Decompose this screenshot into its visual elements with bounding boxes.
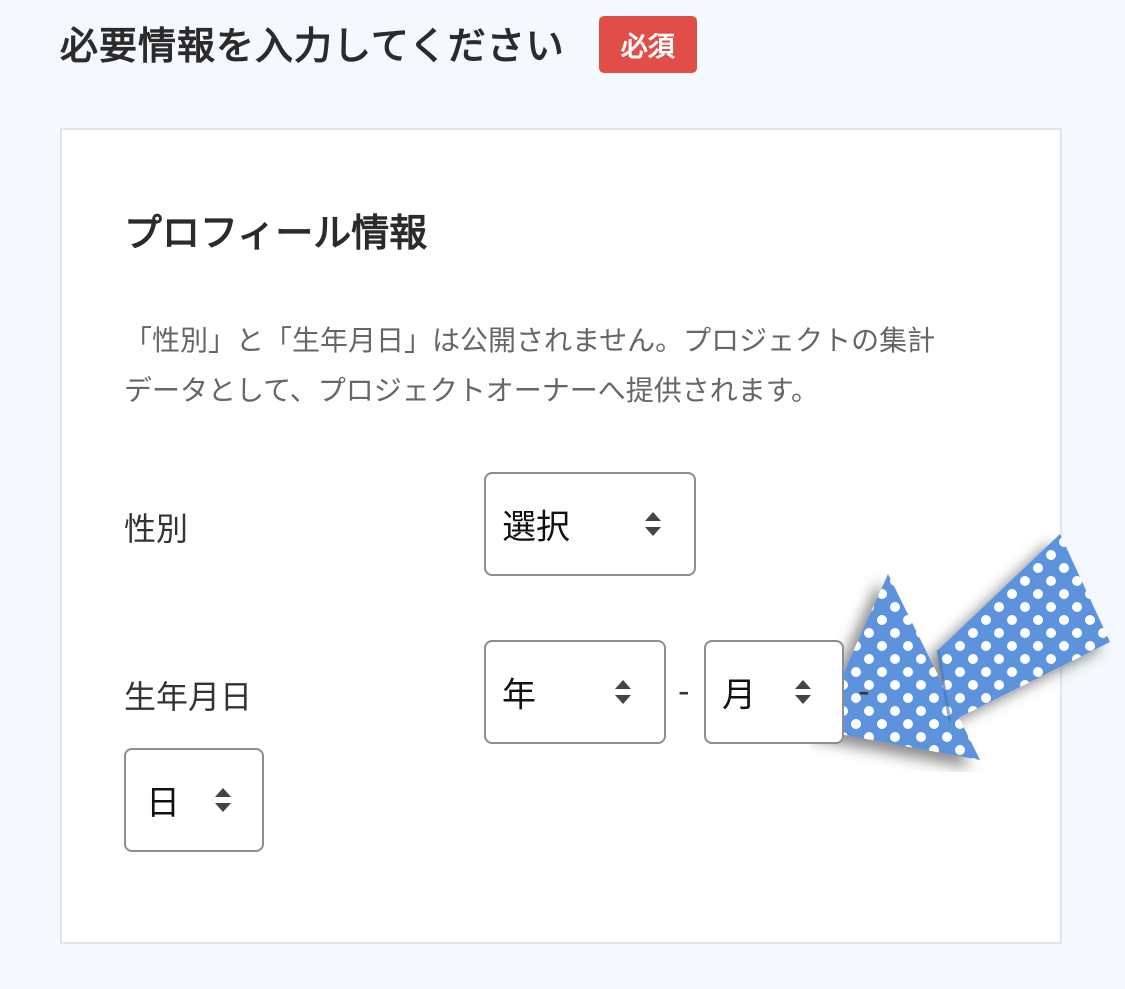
updown-arrows-icon — [615, 680, 631, 704]
privacy-notice-line-2: データとして、プロジェクトオーナーへ提供されます。 — [124, 374, 819, 407]
updown-arrows-icon — [645, 512, 661, 536]
birth-day-select[interactable]: 日 — [124, 748, 264, 852]
profile-card: プロフィール情報 「性別」と「生年月日」は公開されません。プロジェクトの集計 デ… — [60, 128, 1110, 944]
gender-select-value: 選択 — [502, 507, 570, 548]
polka-dot-arrow-icon — [818, 534, 1110, 760]
page-heading: 必要情報を入力してください 必須 — [60, 14, 697, 73]
updown-arrows-icon — [215, 788, 231, 812]
birth-month-select-value: 月 — [722, 675, 756, 716]
birth-year-select[interactable]: 年 — [484, 640, 666, 744]
gender-select[interactable]: 選択 — [484, 472, 696, 576]
privacy-notice-line-1: 「性別」と「生年月日」は公開されません。プロジェクトの集計 — [124, 324, 936, 357]
page-title: 必要情報を入力してください — [60, 24, 565, 68]
birthday-label: 生年月日 — [124, 678, 253, 716]
updown-arrows-icon — [795, 680, 811, 704]
gender-label: 性別 — [124, 510, 189, 548]
required-badge: 必須 — [598, 16, 697, 73]
date-separator: - — [858, 672, 870, 710]
section-title: プロフィール情報 — [124, 211, 428, 255]
birth-month-select[interactable]: 月 — [704, 640, 844, 744]
privacy-notice: 「性別」と「生年月日」は公開されません。プロジェクトの集計 データとして、プロジ… — [124, 316, 1024, 416]
date-separator: - — [678, 672, 690, 710]
birth-day-select-value: 日 — [146, 783, 180, 824]
birth-year-select-value: 年 — [502, 675, 536, 716]
